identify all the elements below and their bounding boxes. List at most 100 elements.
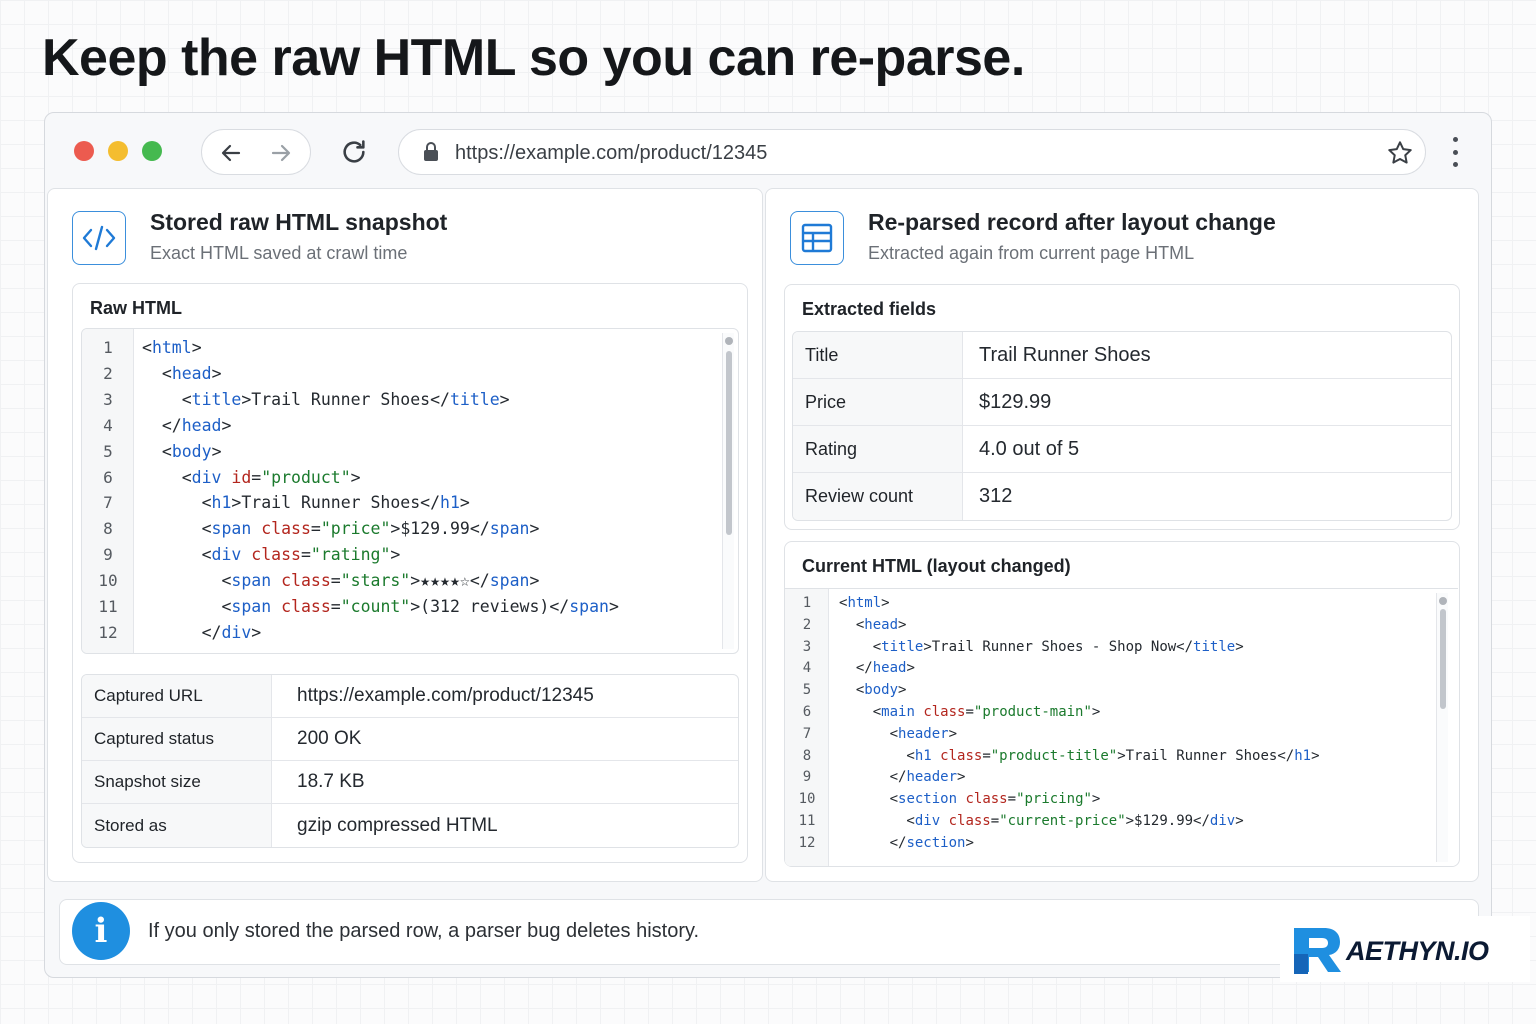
code-line: </head> <box>839 660 915 677</box>
line-number: 1 <box>802 595 812 611</box>
more-vertical-icon[interactable] <box>1443 135 1467 169</box>
code-line: <body> <box>142 441 222 461</box>
line-number: 1 <box>103 338 113 357</box>
code-line: <head> <box>839 616 907 633</box>
code-line: <div class="current-price">$129.99</div> <box>839 813 1244 829</box>
row-key: Captured URL <box>82 675 272 718</box>
address-bar[interactable]: https://example.com/product/12345 <box>398 129 1426 175</box>
table-row: Price $129.99 <box>793 379 1451 426</box>
line-number: 6 <box>103 467 113 487</box>
raw-html-card: Raw HTML 1 <html> 2 <head> 3 <title>Trail R… <box>72 283 748 863</box>
code-line: <div class="rating"> <box>142 545 401 565</box>
code-line: </section> <box>839 834 974 851</box>
card-title: Current HTML (layout changed) <box>802 556 1071 576</box>
code-line: <html> <box>839 595 890 611</box>
info-icon: i <box>72 902 130 960</box>
card-title: Extracted fields <box>802 299 937 319</box>
current-html-code-viewer[interactable]: 1 <html> 2 <head> 3 <title>Trail Runner Sho… <box>785 588 1458 866</box>
row-key: Review count <box>793 473 963 520</box>
address-bar-url[interactable]: https://example.com/product/12345 <box>455 142 767 165</box>
row-value: 200 OK <box>272 718 738 761</box>
row-value: https://example.com/product/12345 <box>272 675 738 718</box>
line-number: 8 <box>103 519 113 539</box>
browser-toolbar: https://example.com/product/12345 <box>45 113 1491 189</box>
code-line: <header> <box>839 725 958 742</box>
row-key: Price <box>793 379 963 426</box>
line-number: 10 <box>798 791 816 808</box>
code-line: </div> <box>142 622 262 642</box>
code-line: <h1 class="product-title">Trail Runner S… <box>839 747 1320 764</box>
line-number: 11 <box>798 813 816 829</box>
info-text: If you only stored the parsed row, a par… <box>148 920 700 942</box>
panel-title: Stored raw HTML snapshot <box>150 209 448 235</box>
row-key: Stored as <box>82 804 272 847</box>
back-arrow-icon[interactable] <box>216 138 246 168</box>
panel-subtitle: Exact HTML saved at crawl time <box>150 243 408 263</box>
code-line: <div id="product"> <box>142 467 361 487</box>
line-number: 2 <box>103 363 113 383</box>
line-number: 2 <box>802 616 812 633</box>
line-number: 5 <box>103 441 113 461</box>
row-key: Rating <box>793 426 963 473</box>
code-line: <html> <box>142 338 202 357</box>
line-number: 9 <box>802 769 812 786</box>
row-value: $129.99 <box>963 379 1451 426</box>
brand-logo: AETHYN.IO <box>1280 916 1530 982</box>
code-line: </header> <box>839 769 966 786</box>
code-line: <main class="product-main"> <box>839 704 1101 720</box>
logo-text: AETHYN.IO <box>1346 936 1489 966</box>
row-key: Captured status <box>82 718 272 761</box>
table-row: Title Trail Runner Shoes <box>793 332 1451 379</box>
window-minimize-dot[interactable] <box>108 141 128 161</box>
extracted-fields-table: Title Trail Runner Shoes Price $129.99 Ratin… <box>792 331 1452 521</box>
code-line: </head> <box>142 415 232 435</box>
line-number: 9 <box>103 545 113 565</box>
snapshot-meta-table: Captured URL https://example.com/product/… <box>81 674 739 848</box>
card-title: Raw HTML <box>90 298 182 318</box>
line-number: 6 <box>802 704 812 720</box>
info-callout: i If you only stored the parsed row, a p… <box>59 899 1479 965</box>
line-number: 7 <box>103 493 113 513</box>
code-line: <h1>Trail Runner Shoes</h1> <box>142 493 470 513</box>
logo-mark <box>1292 924 1350 981</box>
nav-buttons <box>201 129 311 175</box>
code-line: <span class="count">(312 reviews)</span> <box>142 597 619 616</box>
reparsed-record-panel: Re-parsed record after layout change Ext… <box>765 188 1479 882</box>
table-row: Captured URL https://example.com/product/… <box>82 675 738 718</box>
lock-icon <box>421 141 441 168</box>
code-line: <title>Trail Runner Shoes</title> <box>142 389 510 409</box>
row-key: Snapshot size <box>82 761 272 804</box>
line-number: 12 <box>98 622 118 642</box>
scrollbar[interactable] <box>722 333 734 649</box>
window-maximize-dot[interactable] <box>142 141 162 161</box>
forward-arrow-icon[interactable] <box>266 138 296 168</box>
code-icon <box>72 211 126 265</box>
window-close-dot[interactable] <box>74 141 94 161</box>
line-number: 8 <box>802 747 812 764</box>
extracted-fields-card: Extracted fields Title Trail Runner Shoes… <box>784 284 1460 530</box>
code-line: <section class="pricing"> <box>839 791 1101 808</box>
scrollbar[interactable] <box>1436 593 1448 862</box>
line-number: 4 <box>802 660 812 677</box>
reload-icon[interactable] <box>337 135 371 169</box>
stored-snapshot-panel: Stored raw HTML snapshot Exact HTML save… <box>47 188 763 882</box>
star-icon[interactable] <box>1385 138 1415 168</box>
headline: Keep the raw HTML so you can re-parse. <box>42 29 1025 87</box>
code-line: <body> <box>839 682 907 699</box>
table-row: Captured status 200 OK <box>82 718 738 761</box>
line-number: 10 <box>98 571 118 591</box>
line-number: 7 <box>802 725 812 742</box>
table-row: Rating 4.0 out of 5 <box>793 426 1451 473</box>
code-line: <head> <box>142 363 222 383</box>
table-row: Review count 312 <box>793 473 1451 520</box>
raw-html-code-viewer[interactable]: 1 <html> 2 <head> 3 <title>Trail Runner Sho… <box>81 328 739 654</box>
line-number: 5 <box>802 682 812 699</box>
line-number: 3 <box>802 638 812 655</box>
browser-window: https://example.com/product/12345 Stored… <box>44 112 1492 978</box>
panel-subtitle: Extracted again from current page HTML <box>868 243 1195 263</box>
panel-title: Re-parsed record after layout change <box>868 209 1276 235</box>
line-number: 4 <box>103 415 113 435</box>
line-number: 3 <box>103 389 113 409</box>
row-value: 18.7 KB <box>272 761 738 804</box>
code-line: <span class="price">$129.99</span> <box>142 519 540 539</box>
